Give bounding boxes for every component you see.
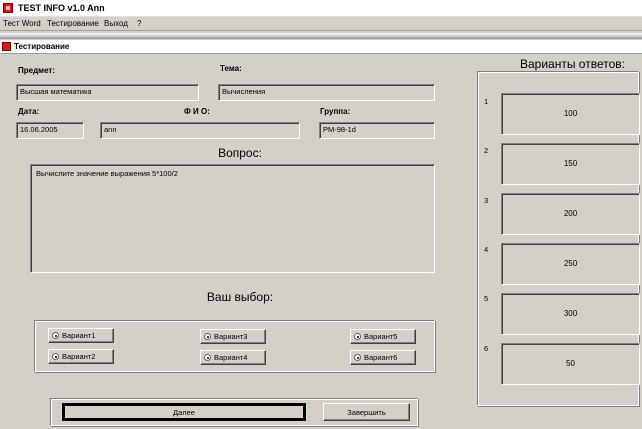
answer-number: 2 — [484, 146, 489, 155]
subject-label: Предмет: — [18, 66, 56, 75]
option-3[interactable]: Вариант3 — [200, 329, 266, 344]
menu-testing[interactable]: Тестирование — [47, 19, 99, 28]
option-1[interactable]: Вариант1 — [48, 328, 114, 343]
subject-field[interactable]: Высшая математика — [16, 84, 199, 101]
finish-button[interactable]: Завершить — [323, 403, 410, 421]
radio-icon — [204, 333, 211, 340]
date-field[interactable]: 16.06.2005 — [16, 122, 84, 139]
option-5[interactable]: Вариант5 — [350, 329, 416, 344]
date-label: Дата: — [18, 107, 40, 116]
answer-number: 6 — [484, 344, 489, 353]
mdi-separator — [0, 33, 642, 39]
option-4[interactable]: Вариант4 — [200, 350, 266, 365]
next-button[interactable]: Далее — [62, 403, 306, 421]
answer-option-1[interactable]: 100 — [501, 93, 640, 135]
menu-test-word[interactable]: Тест Word — [3, 19, 41, 28]
topic-label: Тема: — [220, 64, 242, 73]
fio-field[interactable]: ann — [100, 122, 300, 139]
radio-icon — [354, 333, 361, 340]
child-window-title: Тестирование — [14, 42, 70, 51]
question-heading: Вопрос: — [218, 146, 262, 160]
child-window-icon[interactable] — [2, 42, 11, 51]
answer-option-3[interactable]: 200 — [501, 193, 640, 235]
radio-icon — [52, 353, 59, 360]
topic-field[interactable]: Вычисления — [218, 84, 435, 101]
answer-option-6[interactable]: 50 — [501, 343, 640, 385]
radio-icon — [354, 354, 361, 361]
menu-help[interactable]: ? — [137, 19, 141, 28]
app-icon[interactable] — [3, 3, 13, 13]
fio-label: Ф И О: — [184, 107, 210, 116]
answer-number: 1 — [484, 97, 489, 106]
answer-option-5[interactable]: 300 — [501, 293, 640, 335]
answer-number: 3 — [484, 196, 489, 205]
radio-icon — [204, 354, 211, 361]
choice-heading: Ваш выбор: — [206, 290, 274, 304]
radio-icon — [52, 332, 59, 339]
answer-number: 5 — [484, 294, 489, 303]
answer-option-4[interactable]: 250 — [501, 243, 640, 285]
question-text[interactable]: Вычислите значение выражения 5*100/2 — [30, 164, 435, 273]
window-title: TEST INFO v1.0 Ann — [18, 3, 105, 13]
answers-heading: Варианты ответов: — [520, 57, 625, 71]
option-6[interactable]: Вариант6 — [350, 350, 416, 365]
answer-number: 4 — [484, 245, 489, 254]
child-title-bar: Тестирование — [0, 40, 642, 54]
group-label: Группа: — [320, 107, 351, 116]
menu-exit[interactable]: Выход — [104, 19, 128, 28]
group-field[interactable]: PM-98-1d — [319, 122, 435, 139]
option-2[interactable]: Вариант2 — [48, 349, 114, 364]
menu-bar: Тест Word Тестирование Выход ? — [0, 17, 642, 31]
title-bar: TEST INFO v1.0 Ann — [0, 0, 642, 17]
answer-option-2[interactable]: 150 — [501, 143, 640, 185]
